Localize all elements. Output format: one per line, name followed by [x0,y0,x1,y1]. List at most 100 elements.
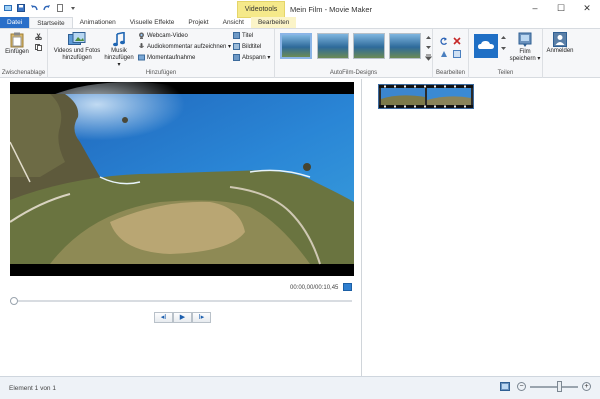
save-movie-button[interactable]: Film speichern ▾ [509,32,541,63]
paste-button[interactable]: Einfügen [4,32,30,56]
status-element-count: Element 1 von 1 [9,385,56,392]
add-music-label-1: Musik [111,48,127,54]
add-videos-photos-label-1: Videos und Fotos [53,48,101,54]
trim-icon[interactable] [440,50,448,58]
delete-icon[interactable] [453,37,461,45]
webcam-video-label: Webcam-Video [147,32,188,39]
sign-in-label: Anmelden [546,48,574,54]
microphone-icon [138,43,145,50]
context-tab-videotools: Videotools [237,1,285,18]
group-label-bearbeiten: Bearbeiten [435,70,466,76]
ribbon-tabs: Datei Startseite Animationen Visuelle Ef… [0,17,600,28]
zoom-slider[interactable] [530,386,578,388]
quick-access-toolbar [4,4,77,12]
zoom-out-button[interactable]: − [517,382,526,391]
undo-icon[interactable] [30,4,38,12]
title-button[interactable]: Titel [233,32,253,39]
theme-thumbnail-1[interactable] [280,33,312,59]
gallery-up-icon[interactable] [425,34,432,41]
snapshot-button[interactable]: Momentaufnahme [138,54,195,61]
new-project-icon[interactable] [56,4,64,12]
window-controls: – ☐ ✕ [522,0,600,17]
select-all-icon[interactable] [453,50,461,58]
seek-thumb[interactable] [10,297,18,305]
music-note-icon [112,31,126,47]
clipboard-icon [10,32,24,48]
sign-in-button[interactable]: Anmelden [545,32,575,55]
tab-ansicht[interactable]: Ansicht [216,17,251,28]
previous-frame-button[interactable]: ◂I [154,312,173,323]
group-autofilm-designs: AutoFilm-Designs [275,29,433,78]
add-music-button[interactable]: Musik hinzufügen ▾ [104,31,134,69]
thumbnail-size-icon[interactable] [500,382,510,391]
webcam-icon [138,32,145,39]
theme-thumbnail-2[interactable] [317,33,349,59]
save-movie-label-1: Film [519,49,531,55]
maximize-button[interactable]: ☐ [548,0,574,17]
close-button[interactable]: ✕ [574,0,600,17]
video-preview[interactable] [10,82,354,276]
tab-visuelle-effekte[interactable]: Visuelle Effekte [123,17,182,28]
redo-icon[interactable] [43,4,51,12]
tab-bearbeiten[interactable]: Bearbeiten [250,17,297,28]
caption-label: Bildtitel [242,43,262,50]
qat-dropdown-icon[interactable] [69,4,77,12]
gallery-more-icon[interactable] [424,54,433,61]
rotate-left-icon[interactable] [440,37,448,45]
group-anmelden: Anmelden [543,29,577,78]
share-down-icon[interactable] [500,45,507,52]
fullscreen-button[interactable] [343,283,352,291]
group-label-teilen: Teilen [497,70,514,76]
group-label-zwischenablage: Zwischenablage [1,70,46,76]
paste-label: Einfügen [5,49,29,55]
audio-comment-button[interactable]: Audiokommentar aufzeichnen ▾ [138,43,231,50]
ribbon: Einfügen Zwischenablage Videos und Fotos… [0,28,600,78]
credits-button[interactable]: Abspann ▾ [233,54,270,61]
clip-thumbnails [379,85,473,108]
copy-icon[interactable] [35,44,42,51]
add-videos-photos-button[interactable]: Videos und Fotos hinzufügen [52,32,102,62]
app-icon[interactable] [4,4,12,12]
group-teilen: Film speichern ▾ Teilen [469,29,543,78]
theme-thumbnail-3[interactable] [353,33,385,59]
credits-label: Abspann ▾ [242,55,271,61]
tab-startseite[interactable]: Startseite [29,17,73,28]
tab-projekt[interactable]: Projekt [181,17,215,28]
onedrive-button[interactable] [474,34,498,58]
seek-bar[interactable] [10,300,352,302]
add-music-label-2: hinzufügen ▾ [104,55,134,68]
snapshot-label: Momentaufnahme [147,54,196,61]
group-hinzufuegen: Videos und Fotos hinzufügen Musik hinzuf… [48,29,275,78]
audio-comment-label: Audiokommentar aufzeichnen ▾ [147,44,232,50]
add-videos-photos-label-2: hinzufügen [62,55,92,61]
storyboard-clip[interactable] [378,84,474,109]
caption-icon [233,43,240,50]
player-controls: ◂I ▶ I▸ [154,312,211,323]
share-up-icon[interactable] [500,34,507,41]
save-movie-label-2: speichern ▾ [509,56,541,62]
user-icon [553,32,567,47]
next-frame-button[interactable]: I▸ [192,312,211,323]
group-label-autofilm: AutoFilm-Designs [329,70,378,76]
caption-button[interactable]: Bildtitel [233,43,261,50]
video-frame-image [10,82,354,276]
tab-animationen[interactable]: Animationen [73,17,123,28]
minimize-button[interactable]: – [522,0,548,17]
title-label: Titel [242,32,254,39]
webcam-video-button[interactable]: Webcam-Video [138,32,188,39]
play-button[interactable]: ▶ [173,312,192,323]
theme-thumbnail-4[interactable] [389,33,421,59]
group-zwischenablage: Einfügen Zwischenablage [0,29,48,78]
cloud-icon [478,40,494,49]
tab-datei[interactable]: Datei [0,17,30,28]
status-bar: Element 1 von 1 − + [0,376,600,399]
credits-icon [233,54,240,61]
cut-icon[interactable] [35,33,42,41]
title-bar: Videotools Mein Film - Movie Maker – ☐ ✕ [0,0,600,18]
storyboard-pane [363,79,600,376]
save-icon[interactable] [17,4,25,12]
group-bearbeiten: Bearbeiten [433,29,469,78]
zoom-slider-thumb[interactable] [557,381,563,392]
gallery-down-icon[interactable] [425,44,432,51]
zoom-in-button[interactable]: + [582,382,591,391]
